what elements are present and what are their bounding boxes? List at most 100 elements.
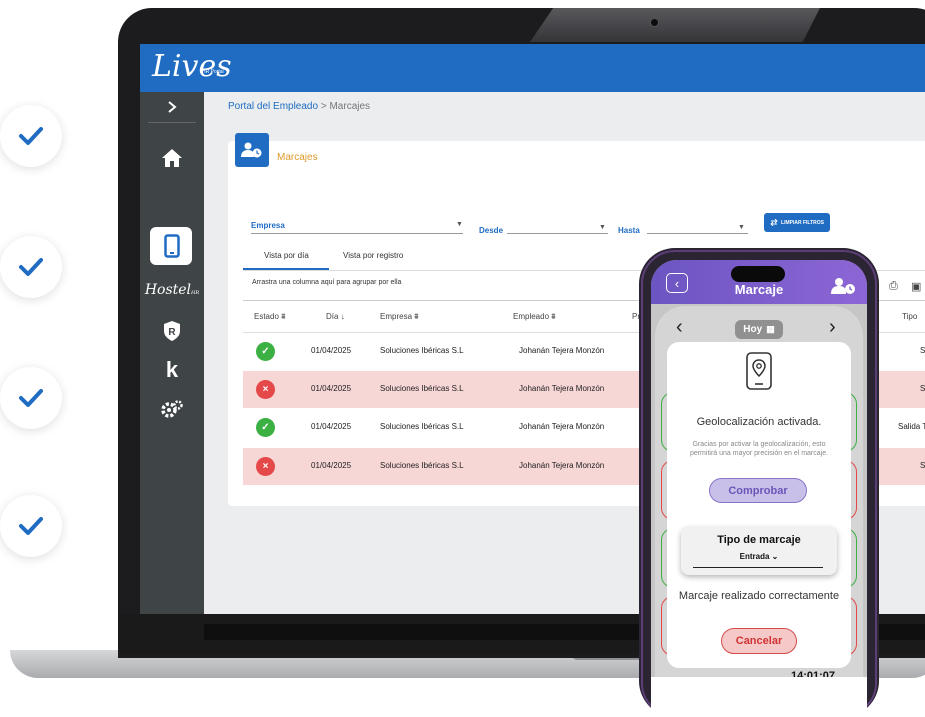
cell-tipo: S — [920, 461, 925, 470]
sidebar-item-settings[interactable] — [140, 395, 204, 423]
sort-down-icon[interactable]: ↓ — [341, 312, 345, 321]
status-error-icon: × — [256, 457, 275, 476]
filter-hasta-field[interactable] — [647, 233, 748, 234]
marcaje-type-selector[interactable]: Tipo de marcaje Entrada ⌄ — [681, 527, 837, 575]
pdf-export-icon[interactable]: ⎙ — [889, 280, 898, 293]
filter-empresa-field[interactable] — [251, 233, 463, 234]
file-export-icon[interactable]: ▣ — [911, 280, 921, 293]
tab-vista-registro[interactable]: Vista por registro — [343, 251, 403, 260]
app-logo-subtitle: HR Portal — [202, 69, 224, 75]
sidebar-item-marcajes[interactable] — [140, 227, 204, 265]
geo-description: Gracias por activar la geolocalización, … — [689, 441, 829, 457]
sidebar-toggle[interactable] — [140, 96, 204, 118]
prev-day-arrow[interactable]: ‹ — [676, 316, 683, 339]
cell-tipo: Salida T — [898, 422, 925, 431]
swap-icon — [770, 219, 778, 226]
cell-dia: 01/04/2025 — [311, 461, 352, 470]
cell-empresa: Soluciones Ibéricas S.L — [380, 461, 464, 470]
column-label: Empleado — [513, 312, 550, 321]
dynamic-island — [731, 266, 785, 282]
filter-empresa-label: Empresa — [251, 221, 285, 230]
cancel-button[interactable]: Cancelar — [721, 628, 797, 654]
filter-desde-field[interactable] — [507, 233, 608, 234]
mobile-icon — [164, 234, 180, 258]
home-icon — [162, 149, 182, 167]
phone-title: Marcaje — [734, 282, 784, 297]
column-label: Estado — [254, 312, 279, 321]
calendar-icon: ▦ — [766, 324, 775, 334]
check-icon — [19, 127, 43, 145]
chevron-down-icon[interactable]: ▼ — [456, 221, 463, 228]
svg-text:R: R — [168, 327, 176, 338]
geo-title: Geolocalización activada. — [696, 416, 822, 428]
cell-dia: 01/04/2025 — [311, 422, 352, 431]
k-icon: k — [165, 357, 179, 382]
phone-header: ‹ Marcaje — [651, 260, 867, 304]
column-header-empresa[interactable]: Empresa ⩩ — [380, 312, 419, 322]
tab-vista-dia[interactable]: Vista por día — [264, 251, 309, 260]
clear-filters-button[interactable]: LIMPIAR FILTROS — [764, 213, 830, 232]
column-label: Empresa — [380, 312, 413, 321]
clear-filters-label: LIMPIAR FILTROS — [781, 219, 824, 226]
sidebar-item-shield[interactable]: R — [140, 317, 204, 345]
select-underline — [693, 567, 823, 568]
sidebar: HostelHR R k — [140, 92, 204, 614]
marcaje-type-value[interactable]: Entrada ⌄ — [681, 552, 837, 561]
breadcrumb-separator: > — [318, 101, 330, 112]
user-clock-icon — [241, 142, 262, 158]
column-header-estado[interactable]: Estado ⩩ — [254, 312, 285, 322]
back-button[interactable]: ‹ — [666, 273, 688, 293]
marcaje-type-selected: Entrada — [739, 552, 770, 561]
success-message: Marcaje realizado correctamente — [678, 590, 840, 602]
filter-icon[interactable]: ⩩ — [551, 312, 555, 321]
filter-icon[interactable]: ⩩ — [281, 312, 285, 321]
sidebar-item-k[interactable]: k — [140, 356, 204, 384]
top-bar: Lives HR Portal — [140, 44, 925, 92]
webcam — [650, 18, 659, 27]
sidebar-item-hostel[interactable]: HostelHR — [140, 278, 204, 302]
checkmark-badge — [0, 367, 62, 429]
status-error-icon: × — [256, 380, 275, 399]
cell-empleado: Johanán Tejera Monzón — [519, 422, 605, 431]
status-ok-icon: ✓ — [256, 342, 275, 361]
column-header-dia[interactable]: Día ↓ — [326, 312, 345, 321]
shield-r-icon: R — [164, 321, 180, 341]
gears-icon — [161, 400, 183, 418]
sidebar-divider — [148, 122, 196, 123]
checkmark-badge — [0, 105, 62, 167]
column-header-tipo[interactable]: Tipo — [902, 312, 917, 321]
column-header-empleado[interactable]: Empleado ⩩ — [513, 312, 556, 322]
cell-empresa: Soluciones Ibéricas S.L — [380, 422, 464, 431]
check-icon — [19, 517, 43, 535]
checkmark-badge — [0, 495, 62, 557]
marcaje-type-title: Tipo de marcaje — [717, 534, 801, 546]
geolocation-modal: Geolocalización activada. Gracias por ac… — [667, 342, 851, 668]
breadcrumb: Portal del Empleado > Marcajes — [228, 101, 370, 112]
check-icon — [19, 258, 43, 276]
filter-icon[interactable]: ⩩ — [414, 312, 418, 321]
status-ok-icon: ✓ — [256, 418, 275, 437]
cell-tipo: S — [920, 384, 925, 393]
next-day-arrow[interactable]: › — [829, 316, 836, 339]
cell-empleado: Johanán Tejera Monzón — [519, 461, 605, 470]
checkmark-badge — [0, 236, 62, 298]
page-icon — [235, 133, 269, 167]
date-pill[interactable]: Hoy ▦ — [735, 320, 783, 339]
chevron-right-icon — [168, 101, 177, 113]
phone-bottom-bar — [651, 677, 867, 717]
column-label: Día — [326, 312, 339, 321]
check-icon — [19, 389, 43, 407]
filter-desde-label: Desde — [479, 226, 504, 235]
breadcrumb-root[interactable]: Portal del Empleado — [228, 101, 318, 112]
chevron-down-icon[interactable]: ▼ — [599, 224, 606, 231]
check-button[interactable]: Comprobar — [709, 478, 807, 503]
cell-dia: 01/04/2025 — [311, 346, 352, 355]
chevron-left-icon: ‹ — [674, 275, 680, 291]
phone-screen: ‹ Marcaje ‹ › Hoy ▦ Geolocalización acti… — [651, 260, 867, 717]
sidebar-item-home[interactable] — [140, 144, 204, 172]
cell-dia: 01/04/2025 — [311, 384, 352, 393]
chevron-down-icon[interactable]: ▼ — [738, 224, 745, 231]
cell-empresa: Soluciones Ibéricas S.L — [380, 384, 464, 393]
user-clock-icon[interactable] — [831, 277, 857, 295]
app-logo[interactable]: Lives — [152, 50, 232, 84]
